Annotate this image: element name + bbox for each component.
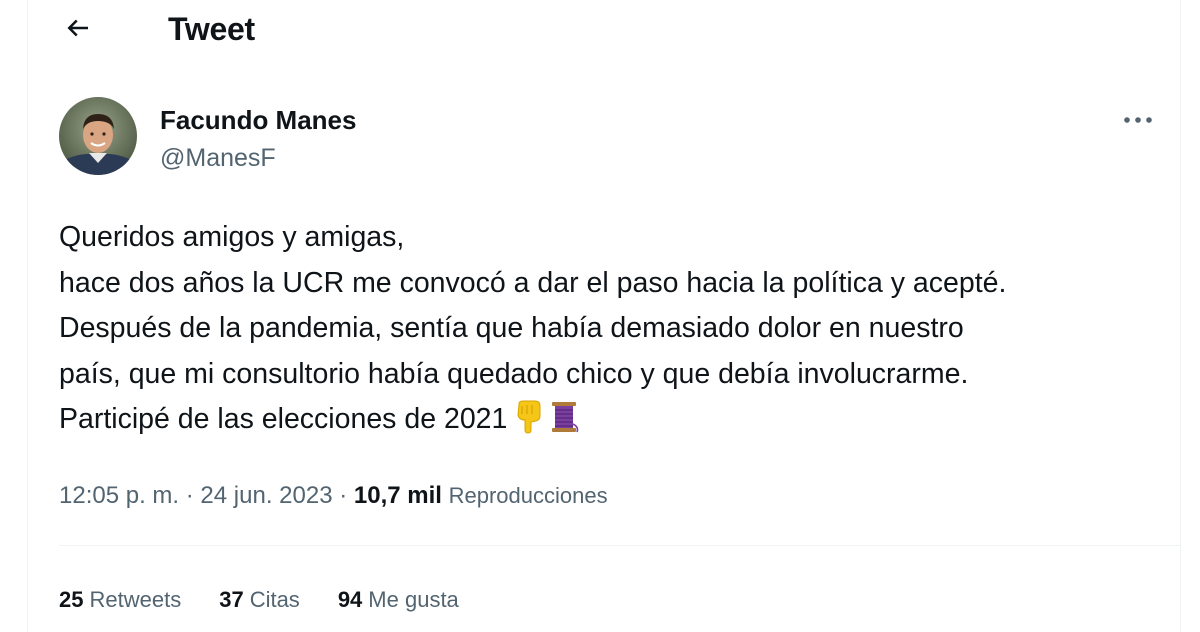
retweets-label: Retweets bbox=[89, 587, 182, 612]
tweet-time: 12:05 p. m. bbox=[59, 482, 180, 509]
views-link[interactable]: 10,7 mil Reproducciones bbox=[354, 482, 608, 509]
thread-spool-icon bbox=[549, 400, 579, 449]
backhand-index-pointing-down-icon bbox=[513, 400, 543, 449]
views-label: Reproducciones bbox=[448, 483, 608, 508]
more-options-button[interactable] bbox=[1118, 104, 1158, 136]
tweet-line: Queridos amigos y amigas, bbox=[59, 221, 405, 253]
page-header: Tweet bbox=[28, 0, 1180, 60]
retweets-stat[interactable]: 25 Retweets bbox=[59, 585, 181, 615]
tweet-line: país, que mi consultorio había quedado c… bbox=[59, 357, 969, 390]
likes-stat[interactable]: 94 Me gusta bbox=[338, 585, 459, 615]
back-button[interactable] bbox=[58, 8, 98, 48]
quotes-label: Citas bbox=[249, 587, 300, 612]
avatar-image bbox=[59, 97, 137, 175]
quotes-count: 37 bbox=[219, 587, 244, 612]
more-horizontal-icon bbox=[1124, 117, 1152, 123]
author-handle[interactable]: @ManesF bbox=[160, 143, 276, 173]
tweet-line: Después de la pandemia, sentía que había… bbox=[59, 312, 964, 344]
meta-separator: · bbox=[185, 482, 194, 509]
author-name[interactable]: Facundo Manes bbox=[160, 104, 356, 136]
tweet-page: Tweet Facundo Manes @ManesF Queridos ami… bbox=[27, 0, 1181, 632]
meta-separator: · bbox=[339, 482, 348, 509]
quotes-stat[interactable]: 37 Citas bbox=[219, 585, 300, 615]
arrow-left-icon bbox=[67, 19, 88, 37]
engagement-stats: 25 Retweets 37 Citas 94 Me gusta bbox=[59, 585, 497, 615]
likes-count: 94 bbox=[337, 587, 363, 612]
tweet-text: Queridos amigos y amigas, hace dos años … bbox=[59, 215, 1159, 449]
page-title: Tweet bbox=[168, 11, 255, 47]
divider bbox=[59, 545, 1180, 546]
avatar[interactable] bbox=[59, 97, 137, 175]
views-count: 10,7 mil bbox=[353, 482, 442, 509]
tweet-timestamp[interactable]: 12:05 p. m. · 24 jun. 2023 bbox=[59, 482, 333, 509]
retweets-count: 25 bbox=[59, 587, 84, 612]
tweet-date: 24 jun. 2023 bbox=[200, 482, 333, 509]
likes-label: Me gusta bbox=[368, 587, 459, 612]
tweet-line-text: Participé de las elecciones de 2021 bbox=[59, 403, 508, 435]
tweet-line-last: Participé de las elecciones de 2021 bbox=[59, 397, 1159, 449]
tweet-line: hace dos años la UCR me convocó a dar el… bbox=[59, 266, 1007, 299]
tweet-meta: 12:05 p. m. · 24 jun. 2023 · 10,7 mil Re… bbox=[59, 480, 608, 512]
